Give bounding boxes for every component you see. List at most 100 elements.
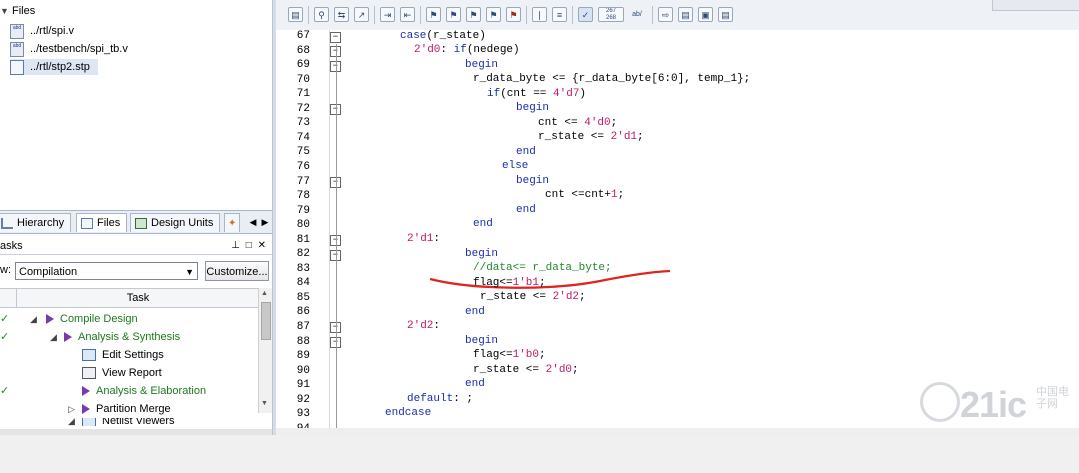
task-label: Edit Settings — [102, 349, 164, 361]
task-row[interactable]: ✓ Analysis & Elaboration — [0, 382, 258, 400]
tasks-title-bar: asks ⊥ □ ✕ — [0, 238, 272, 255]
scroll-thumb[interactable] — [261, 302, 271, 340]
insert-template-icon[interactable]: ▤ — [678, 7, 693, 22]
line-number: 82 — [296, 248, 310, 261]
netlist-icon — [82, 418, 96, 426]
find-icon[interactable]: ⚲ — [314, 7, 329, 22]
editor-horizontal-scrollbar[interactable] — [276, 428, 1079, 435]
collapse-icon[interactable]: ◢ — [30, 310, 37, 328]
tab-more[interactable]: ✦ — [224, 213, 240, 232]
tasks-horizontal-scrollbar[interactable] — [0, 429, 272, 435]
tab-scroll-left-icon[interactable]: ◀ — [249, 215, 257, 229]
line-number: 73 — [296, 117, 310, 130]
file-item-label: ../rtl/spi.v — [30, 25, 75, 37]
file-item-spi-tb[interactable]: abd ../testbench/spi_tb.v — [10, 41, 128, 57]
line-number: 87 — [296, 321, 310, 333]
close-icon[interactable]: ✕ — [258, 240, 266, 251]
pin-icon[interactable]: ⊥ — [231, 240, 240, 251]
tab-design-units[interactable]: Design Units — [130, 213, 221, 232]
tab-files[interactable]: Files — [76, 213, 128, 232]
task-row[interactable]: Edit Settings — [0, 346, 258, 364]
expand-arrow-icon[interactable]: ▼ — [0, 6, 9, 16]
customize-button[interactable]: Customize... — [205, 261, 269, 281]
line-number: 93 — [296, 408, 310, 421]
files-header[interactable]: ▼ Files — [0, 5, 35, 19]
bookmark-clear-icon[interactable]: ⚑ — [506, 7, 521, 22]
fold-minus-icon[interactable]: − — [330, 32, 341, 43]
scroll-down-icon[interactable]: ▼ — [261, 400, 268, 407]
unindent-icon[interactable]: ⇤ — [400, 7, 415, 22]
tasks-window-controls: ⊥ □ ✕ — [231, 238, 266, 254]
task-column-header[interactable]: Task — [16, 289, 259, 307]
signaltap-file-icon — [10, 59, 24, 75]
line-number: 92 — [296, 393, 310, 406]
tasks-vertical-scrollbar[interactable]: ▲ ▼ — [258, 288, 272, 413]
flow-select[interactable]: Compilation ▼ — [15, 262, 198, 280]
hierarchy-icon — [1, 217, 13, 229]
flow-label: w: — [0, 264, 11, 276]
task-row[interactable]: ✓ ◢ Analysis & Synthesis — [0, 328, 258, 346]
tasks-panel: asks ⊥ □ ✕ w: Compilation ▼ Customize...… — [0, 238, 272, 435]
line-number: 74 — [296, 131, 310, 144]
line-number: 80 — [296, 219, 310, 232]
template-icon[interactable]: ✓ — [578, 7, 593, 22]
line-number: 76 — [296, 160, 310, 173]
design-units-icon — [135, 217, 147, 229]
line-number: 67 — [296, 30, 310, 42]
flow-row: w: Compilation ▼ Customize... — [0, 260, 272, 282]
line-number: 75 — [296, 146, 310, 159]
bookmark-prev-icon[interactable]: ⚑ — [466, 7, 481, 22]
line-range-badge[interactable]: 267 268 — [598, 7, 624, 22]
expand-icon[interactable]: ▷ — [68, 400, 75, 418]
files-panel: ▼ Files abd ../rtl/spi.v abd ../testbench/… — [0, 0, 272, 210]
replace-icon[interactable]: ⇆ — [334, 7, 349, 22]
comment-icon[interactable]: ≡ — [552, 7, 567, 22]
file-item-spi[interactable]: abd ../rtl/spi.v — [10, 23, 74, 39]
verilog-file-icon: abd — [10, 41, 24, 57]
watermark-text: 21ic — [960, 384, 1027, 425]
tab-files-label: Files — [97, 217, 121, 229]
bookmark-toggle-icon[interactable]: ⚑ — [426, 7, 441, 22]
tab-scroll-right-icon[interactable]: ▶ — [261, 215, 269, 229]
task-row[interactable]: ✓ ◢ Compile Design — [0, 310, 258, 328]
project-navigator: ▼ Files abd ../rtl/spi.v abd ../testbench/… — [0, 0, 273, 435]
run-icon — [82, 386, 90, 397]
line-number: 83 — [296, 262, 310, 275]
format-icon[interactable]: ▤ — [718, 7, 733, 22]
task-row[interactable]: ▷ Partition Merge — [0, 400, 258, 418]
settings-icon — [82, 349, 96, 362]
collapse-icon[interactable]: ◢ — [50, 328, 57, 346]
window-corner — [992, 0, 1079, 11]
file-item-label: ../testbench/spi_tb.v — [30, 43, 128, 55]
check-icon: ✓ — [0, 313, 10, 325]
line-number: 77 — [296, 175, 310, 188]
indent-icon[interactable]: ⇥ — [380, 7, 395, 22]
attach-icon[interactable]: ❘ — [532, 7, 547, 22]
float-icon[interactable]: □ — [246, 240, 252, 251]
goto-icon[interactable]: ⇨ — [658, 7, 673, 22]
bookmark-next-icon[interactable]: ⚑ — [446, 7, 461, 22]
ab-toggle[interactable]: ab/ — [628, 7, 646, 22]
line-number: 85 — [296, 291, 310, 304]
run-icon — [64, 332, 72, 343]
goto-line-icon[interactable]: ↗ — [354, 7, 369, 22]
line-number: 79 — [296, 204, 310, 217]
scroll-up-icon[interactable]: ▲ — [261, 290, 268, 297]
watermark-cn: 中国电子网 — [1036, 386, 1069, 410]
run-icon — [82, 404, 90, 415]
editor-toolbar: ▤ ⚲ ⇆ ↗ ⇥ ⇤ ⚑ ⚑ ⚑ ⚑ ⚑ ❘ ≡ ✓ 267 268 ab/ ⇨… — [276, 0, 1079, 31]
bookmark-first-icon[interactable]: ⚑ — [486, 7, 501, 22]
line-number: 71 — [296, 88, 310, 101]
collapse-icon[interactable]: ◢ — [68, 418, 75, 426]
line-number: 68 — [296, 44, 310, 57]
view-icon[interactable]: ▣ — [698, 7, 713, 22]
tab-hierarchy[interactable]: Hierarchy — [0, 213, 72, 232]
task-row[interactable]: ◢ Netlist Viewers — [0, 418, 258, 426]
line-number: 89 — [296, 350, 310, 363]
print-icon[interactable]: ▤ — [288, 7, 303, 22]
task-row[interactable]: View Report — [0, 364, 258, 382]
task-label: Netlist Viewers — [102, 418, 175, 426]
file-item-stp2[interactable]: ../rtl/stp2.stp — [10, 59, 98, 75]
code-editor[interactable] — [330, 30, 1079, 435]
report-icon — [82, 367, 96, 380]
